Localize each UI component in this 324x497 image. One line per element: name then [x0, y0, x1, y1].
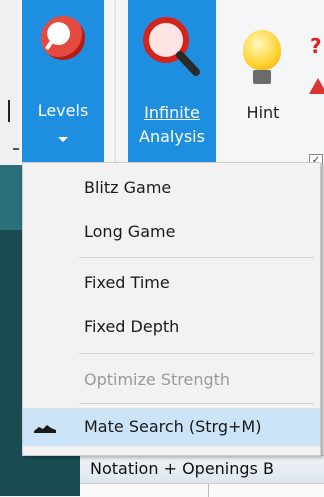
bottom-strip-divider	[208, 484, 209, 497]
ribbon-right-icons: ? ✓	[306, 34, 324, 168]
magnifier-icon	[143, 17, 200, 76]
notation-bottom-strip	[80, 483, 324, 497]
hint-button-label: Hint	[246, 103, 280, 122]
menu-item-label: Mate Search (Strg+M)	[84, 417, 262, 436]
ribbon-left-mark	[13, 148, 19, 150]
menu-item-fixed-time[interactable]: Fixed Time	[23, 264, 320, 302]
hint-button[interactable]: Hint	[226, 0, 300, 162]
levels-dropdown-menu: Blitz Game Long Game Fixed Time Fixed De…	[22, 162, 321, 456]
notation-tab-bar[interactable]: Notation + Openings B	[80, 455, 324, 484]
menu-item-optimize-strength: Optimize Strength	[23, 361, 320, 399]
menu-item-long-game[interactable]: Long Game	[23, 213, 320, 251]
lightbulb-icon	[243, 30, 281, 70]
notation-tab-label: Notation + Openings B	[90, 459, 274, 478]
menu-item-label: Fixed Depth	[84, 317, 180, 336]
infinite-analysis-button[interactable]: Infinite Analysis	[128, 0, 216, 162]
menu-item-blitz-game[interactable]: Blitz Game	[23, 169, 320, 207]
ribbon-separator	[114, 0, 116, 165]
ribbon-toolbar: Levels Infinite Analysis Hint ? ✓	[0, 0, 324, 168]
menu-item-label: Blitz Game	[84, 178, 172, 197]
menu-item-mate-search[interactable]: Mate Search (Strg+M)	[23, 408, 320, 446]
ribbon-left-edge	[0, 0, 20, 165]
infinite-analysis-label-line1: Infinite	[144, 103, 200, 122]
infinite-analysis-label-line2: Analysis	[139, 127, 205, 146]
levels-button[interactable]: Levels	[22, 0, 104, 162]
levels-gauge-icon	[41, 16, 85, 60]
mate-search-icon	[34, 425, 56, 433]
menu-separator	[79, 353, 314, 354]
menu-item-label: Fixed Time	[84, 273, 170, 292]
menu-item-label: Optimize Strength	[84, 370, 231, 389]
help-question-icon[interactable]: ?	[310, 34, 322, 58]
lightbulb-base-icon	[253, 70, 271, 84]
menu-item-label: Long Game	[84, 222, 176, 241]
warning-triangle-icon[interactable]	[309, 78, 324, 94]
dropdown-arrow-icon	[58, 137, 68, 142]
menu-separator	[79, 257, 314, 258]
levels-button-label: Levels	[37, 101, 89, 120]
menu-separator	[79, 403, 314, 404]
ribbon-left-divider	[8, 100, 10, 122]
menu-item-fixed-depth[interactable]: Fixed Depth	[23, 308, 320, 346]
